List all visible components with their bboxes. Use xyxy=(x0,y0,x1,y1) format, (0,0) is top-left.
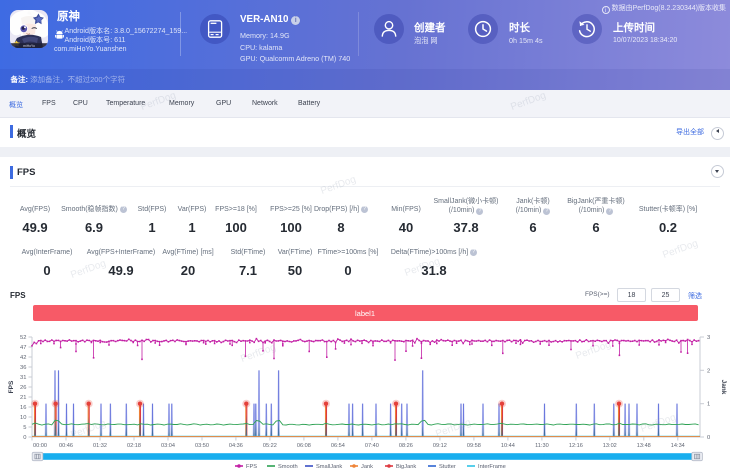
svg-text:26: 26 xyxy=(20,385,26,391)
svg-text:13:02: 13:02 xyxy=(603,443,617,449)
svg-text:10: 10 xyxy=(20,415,26,421)
svg-text:09:12: 09:12 xyxy=(433,443,447,449)
svg-text:08:26: 08:26 xyxy=(399,443,413,449)
svg-text:01:32: 01:32 xyxy=(93,443,107,449)
svg-text:04:36: 04:36 xyxy=(229,443,243,449)
svg-text:09:58: 09:58 xyxy=(467,443,481,449)
svg-text:03:04: 03:04 xyxy=(161,443,175,449)
svg-text:05:22: 05:22 xyxy=(263,443,277,449)
svg-text:InterFrame: InterFrame xyxy=(478,464,506,470)
svg-text:0: 0 xyxy=(23,435,26,441)
svg-text:36: 36 xyxy=(20,365,26,371)
svg-text:52: 52 xyxy=(20,335,26,341)
svg-text:Jank: Jank xyxy=(720,380,727,395)
svg-text:21: 21 xyxy=(20,395,26,401)
svg-text:06:54: 06:54 xyxy=(331,443,345,449)
svg-text:1: 1 xyxy=(707,402,710,408)
svg-text:14:34: 14:34 xyxy=(671,443,685,449)
svg-text:16: 16 xyxy=(20,405,26,411)
svg-text:10:44: 10:44 xyxy=(501,443,515,449)
svg-text:2: 2 xyxy=(707,368,710,374)
svg-text:Smooth: Smooth xyxy=(278,464,298,470)
svg-text:0: 0 xyxy=(707,435,710,441)
svg-text:47: 47 xyxy=(20,345,26,351)
svg-text:07:40: 07:40 xyxy=(365,443,379,449)
svg-text:BigJank: BigJank xyxy=(396,464,416,470)
svg-text:FPS: FPS xyxy=(8,380,15,393)
svg-text:42: 42 xyxy=(20,355,26,361)
svg-text:FPS: FPS xyxy=(246,464,257,470)
svg-text:03:50: 03:50 xyxy=(195,443,209,449)
svg-text:SmallJank: SmallJank xyxy=(316,464,342,470)
svg-text:31: 31 xyxy=(20,375,26,381)
svg-text:miHoYo: miHoYo xyxy=(23,44,35,48)
svg-text:13:48: 13:48 xyxy=(637,443,651,449)
svg-text:11:30: 11:30 xyxy=(535,443,549,449)
svg-text:02:18: 02:18 xyxy=(127,443,141,449)
svg-text:Jank: Jank xyxy=(361,464,373,470)
svg-text:12:16: 12:16 xyxy=(569,443,583,449)
svg-text:06:08: 06:08 xyxy=(297,443,311,449)
svg-text:label1: label1 xyxy=(355,309,375,318)
svg-text:Stutter: Stutter xyxy=(439,464,456,470)
svg-text:00:46: 00:46 xyxy=(59,443,73,449)
svg-text:3: 3 xyxy=(707,335,710,341)
svg-text:00:00: 00:00 xyxy=(33,443,47,449)
svg-text:5: 5 xyxy=(23,425,26,431)
